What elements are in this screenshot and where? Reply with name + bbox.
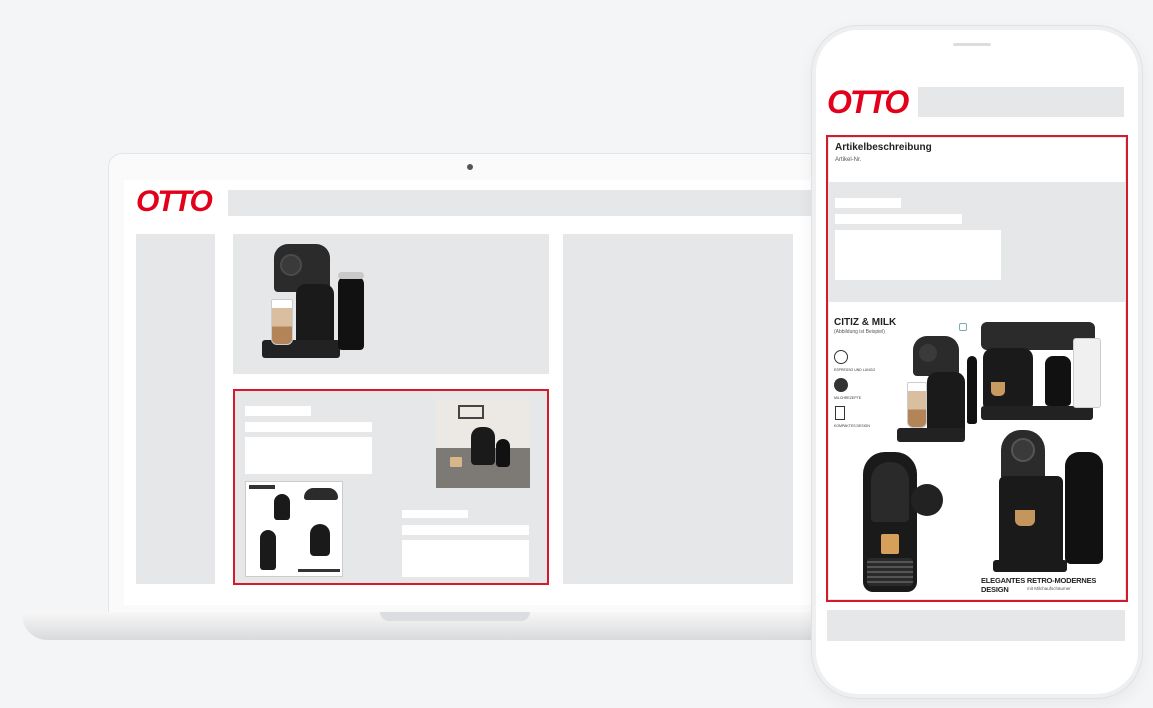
text-block (402, 540, 529, 577)
description-highlight (826, 135, 1128, 602)
laptop-notch (380, 612, 530, 621)
sidebar-placeholder (136, 234, 215, 584)
otto-logo[interactable]: OTTO (827, 84, 909, 121)
footer-placeholder (827, 610, 1125, 641)
product-image[interactable] (262, 244, 372, 364)
text-line (245, 422, 372, 432)
text-line (402, 510, 468, 518)
phone-speaker (953, 43, 991, 46)
search-bar[interactable] (918, 87, 1124, 117)
aplus-thumbnail[interactable] (245, 481, 343, 577)
buybox-placeholder (563, 234, 793, 584)
text-line (245, 406, 311, 416)
text-block (245, 437, 372, 474)
camera-icon (467, 164, 473, 170)
lifestyle-image[interactable] (436, 399, 530, 488)
search-bar[interactable] (228, 190, 848, 216)
otto-logo[interactable]: OTTO (136, 185, 213, 219)
text-line (402, 525, 529, 535)
